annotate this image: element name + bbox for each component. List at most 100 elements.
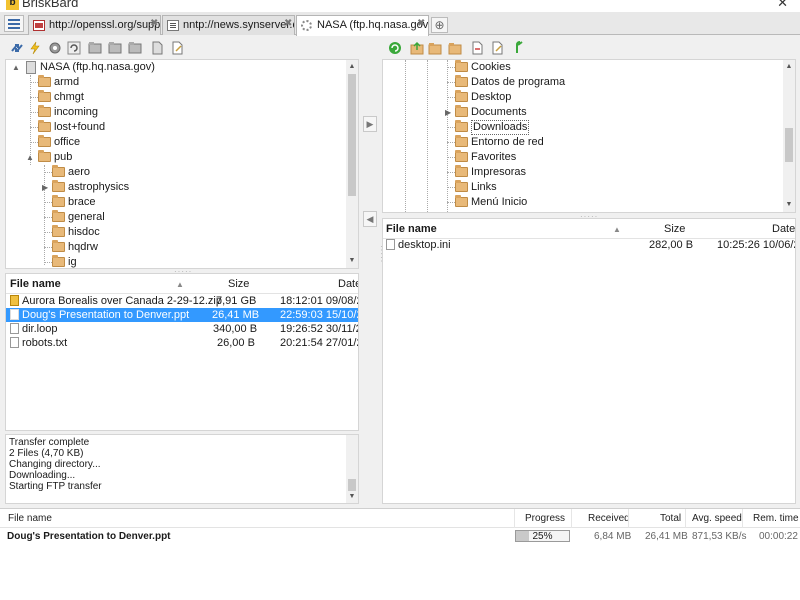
collapse-arrow-icon[interactable]: ▲ [26, 150, 34, 165]
column-header-remaining-time[interactable]: Rem. time [753, 513, 799, 524]
server-icon [26, 61, 36, 74]
scrollbar-thumb[interactable] [348, 479, 356, 491]
right-toolbar [386, 38, 526, 59]
tab-http[interactable]: http://openssl.org/suppor [28, 15, 161, 35]
log-scrollbar[interactable]: ▼ [346, 435, 358, 503]
copy-to-local-button[interactable]: ▶ [363, 116, 377, 132]
expand-arrow-icon[interactable]: ▶ [445, 105, 451, 120]
folder-icon [455, 195, 468, 207]
scroll-up-arrow-icon[interactable]: ▲ [347, 62, 357, 72]
column-header-size[interactable]: Size [228, 278, 249, 290]
column-header-date[interactable]: Date [338, 278, 358, 290]
rename-folder-local-icon[interactable] [448, 41, 462, 55]
edit-local-file-icon[interactable] [490, 41, 504, 55]
folder-icon [52, 255, 65, 267]
column-header-date[interactable]: Date [772, 223, 795, 235]
folder-icon [455, 120, 468, 132]
transfer-row[interactable]: Doug's Presentation to Denver.ppt 25% 6,… [0, 529, 800, 544]
file-row-robots[interactable]: robots.txt 26,00 B 20:21:54 27/01/2011 [6, 336, 358, 350]
column-header-received[interactable]: Received [588, 513, 630, 524]
tree-label: NASA (ftp.hq.nasa.gov) [40, 61, 155, 73]
file-row-dougs-presentation[interactable]: Doug's Presentation to Denver.ppt 26,41 … [6, 308, 358, 322]
collapse-arrow-icon[interactable]: ▲ [12, 60, 20, 75]
file-row-desktop-ini[interactable]: desktop.ini 282,00 B 10:25:26 10/06/2015 [383, 238, 795, 252]
rename-folder-icon[interactable] [128, 41, 142, 55]
folder-icon [38, 120, 51, 132]
folder-icon [52, 210, 65, 222]
tab-label: http://openssl.org/suppor [49, 19, 161, 31]
transfer-file-name: Doug's Presentation to Denver.ppt [7, 531, 171, 542]
transfer-avg-speed: 871,53 KB/s [692, 531, 747, 542]
window-title: BriskBard [22, 0, 79, 10]
file-size: 282,00 B [649, 239, 694, 251]
column-header-total[interactable]: Total [660, 513, 681, 524]
transfer-header: File name Progress Received Total Avg. s… [0, 509, 800, 528]
tree-label: chmgt [54, 91, 84, 103]
tab-nntp[interactable]: nntp://news.synserver.de/ [162, 15, 295, 35]
file-row-aurora[interactable]: Aurora Borealis over Canada 2-29-12.zip … [6, 294, 358, 308]
column-header-size[interactable]: Size [664, 223, 685, 235]
tree-label: hisdoc [68, 226, 100, 238]
log-line: Changing directory... [9, 459, 101, 470]
folder-icon [455, 60, 468, 72]
tab-close-icon[interactable]: ✖ [417, 18, 425, 29]
main-menu-button[interactable] [4, 15, 24, 32]
file-name: robots.txt [22, 337, 68, 349]
folder-icon [455, 90, 468, 102]
folder-icon [38, 90, 51, 102]
local-tree-scrollbar[interactable]: ▲ ▼ [783, 60, 795, 212]
refresh-icon[interactable] [67, 41, 81, 55]
left-toolbar [8, 38, 188, 59]
scroll-down-arrow-icon[interactable]: ▼ [347, 256, 357, 266]
tree-label: Desktop [471, 91, 512, 103]
file-name: desktop.ini [398, 239, 451, 251]
new-folder-icon[interactable] [108, 41, 122, 55]
tab-ftp-nasa[interactable]: NASA (ftp.hq.nasa.gov) [296, 15, 429, 36]
column-header-name[interactable]: File name [10, 278, 61, 290]
file-size: 26,00 B [217, 337, 255, 349]
disconnect-icon[interactable] [28, 41, 42, 55]
add-tab-button[interactable]: ⊕ [431, 17, 448, 33]
sort-arrow-icon: ▲ [613, 225, 621, 234]
new-folder-local-icon[interactable] [428, 41, 442, 55]
file-name: dir.loop [22, 323, 58, 335]
column-header-progress[interactable]: Progress [525, 513, 565, 524]
expand-arrow-icon[interactable]: ▶ [42, 180, 48, 195]
scrollbar-thumb[interactable] [348, 74, 356, 196]
delete-local-file-icon[interactable] [470, 41, 484, 55]
refresh-local-icon[interactable] [388, 41, 402, 55]
scroll-up-arrow-icon[interactable]: ▲ [784, 62, 794, 72]
tab-close-icon[interactable]: ✖ [284, 18, 292, 29]
transfer-progress-bar: 25% [515, 530, 570, 542]
file-name: Aurora Borealis over Canada 2-29-12.zip [22, 295, 222, 307]
folder-icon [52, 240, 65, 252]
folder-up-local-icon[interactable] [410, 41, 424, 55]
window-close-button[interactable]: ✕ [777, 0, 788, 11]
remote-list-header: File name ▲ Size Date [6, 274, 358, 294]
scroll-down-arrow-icon[interactable]: ▼ [784, 200, 794, 210]
folder-up-icon[interactable] [88, 41, 102, 55]
edit-file-icon[interactable] [170, 41, 184, 55]
title-bar: b BriskBard ✕ [0, 0, 800, 12]
file-size: 7,91 GB [216, 295, 257, 307]
scrollbar-thumb[interactable] [785, 128, 793, 162]
scroll-down-arrow-icon[interactable]: ▼ [347, 492, 357, 502]
folder-icon [455, 105, 468, 117]
delete-file-icon[interactable] [150, 41, 164, 55]
column-header-avg-speed[interactable]: Avg. speed [692, 513, 742, 524]
settings-file-icon [386, 239, 395, 250]
tab-close-icon[interactable]: ✖ [150, 18, 158, 29]
folder-icon [455, 180, 468, 192]
column-header-name[interactable]: File name [386, 223, 437, 235]
progress-text: 25% [532, 531, 553, 542]
remote-tree-scrollbar[interactable]: ▲ ▼ [346, 60, 358, 268]
tab-label: nntp://news.synserver.de/ [183, 19, 294, 31]
file-row-dir-loop[interactable]: dir.loop 340,00 B 19:26:52 30/11/2006 [6, 322, 358, 336]
folder-icon [38, 105, 51, 117]
open-terminal-icon[interactable] [510, 41, 524, 55]
tree-label: Impresoras [471, 166, 527, 178]
reconnect-icon[interactable] [10, 41, 24, 55]
copy-to-remote-button[interactable]: ◀ [363, 211, 377, 227]
settings-gear-icon[interactable] [48, 41, 62, 55]
column-header-transfer-name[interactable]: File name [8, 513, 52, 524]
